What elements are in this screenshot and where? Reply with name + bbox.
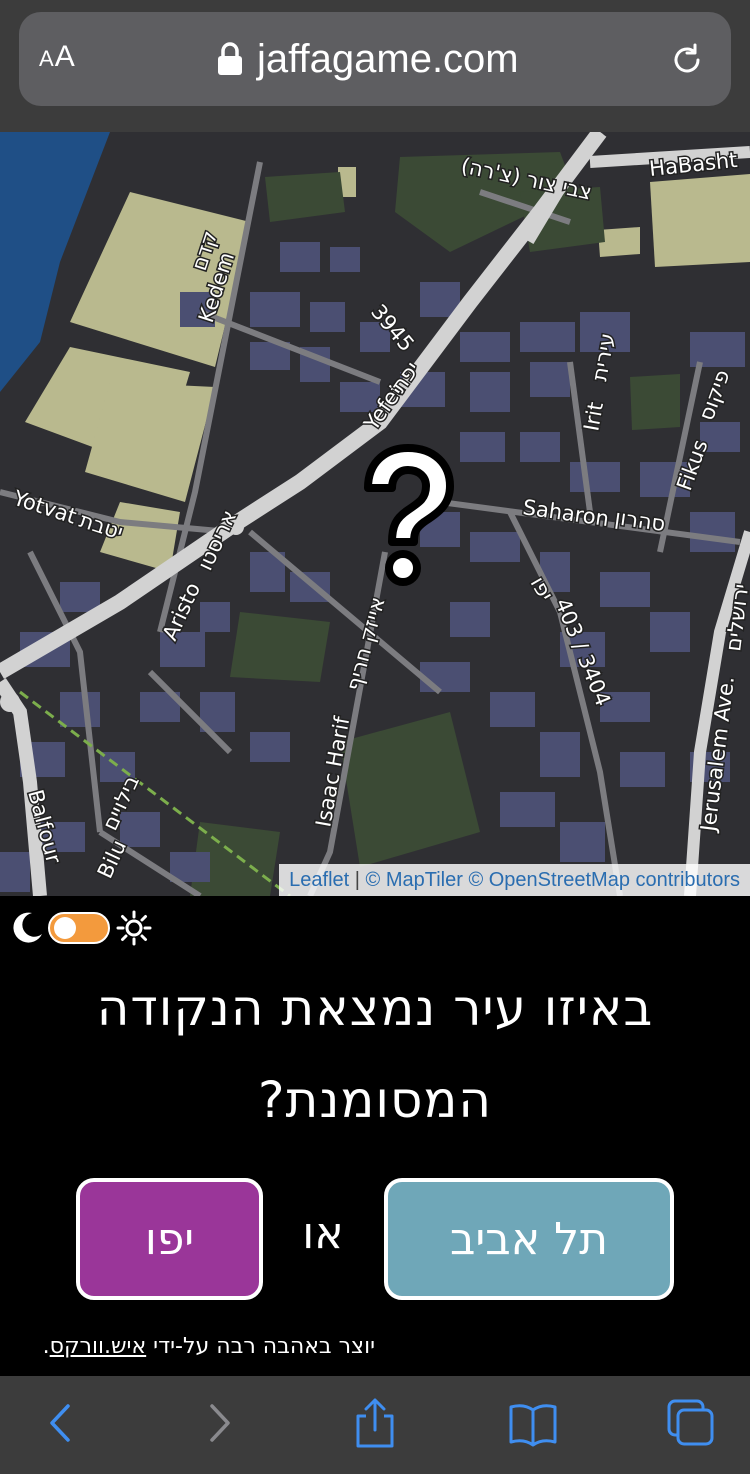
label-irit-en: Irit [579,400,608,433]
answer-jaffa-button[interactable]: יפו [76,1178,263,1300]
text-size-small-label: A [39,46,55,71]
osm-link[interactable]: © OpenStreetMap contributors [468,869,740,891]
credit-line: יוצר באהבה רבה על-ידי איש.וורקס. [0,1334,375,1359]
address-bar[interactable]: AA jaffagame.com [19,12,731,106]
question-line-2: המסומנת? [257,1071,493,1129]
browser-bottom-toolbar [0,1376,750,1474]
sun-icon [116,910,152,946]
reload-icon[interactable] [669,42,705,78]
share-icon[interactable] [350,1398,400,1448]
back-icon[interactable] [36,1398,86,1448]
leaflet-link[interactable]: Leaflet [289,869,349,891]
domain-text: jaffagame.com [257,37,519,81]
or-label: או [302,1208,344,1259]
lock-icon [218,42,242,75]
theme-switch-knob [54,917,76,939]
tabs-icon[interactable] [666,1398,716,1448]
credit-link[interactable]: איש.וורקס [50,1334,147,1359]
map-view[interactable]: צבי צור (צ'רה) HaBasht קדם Kedem 3945 Ye… [0,132,750,896]
theme-switch[interactable] [48,912,110,944]
browser-top-bar: AA jaffagame.com [0,0,750,132]
question-title: באיזו עיר נמצאת הנקודה המסומנת? [20,962,730,1146]
answer-tel-aviv-button[interactable]: תל אביב [384,1178,674,1300]
credit-suffix: . [42,1334,50,1359]
theme-toggle[interactable] [10,910,160,946]
text-size-button[interactable]: AA [39,40,76,74]
attribution-separator: | [354,869,360,891]
map-attribution: Leaflet | © MapTiler © OpenStreetMap con… [279,864,750,896]
moon-icon [13,912,42,943]
question-mark-icon [364,444,454,586]
maptiler-link[interactable]: © MapTiler [366,869,463,891]
bookmarks-icon[interactable] [508,1398,558,1448]
text-size-large-label: A [54,40,76,73]
forward-icon[interactable] [194,1398,244,1448]
question-line-1: באיזו עיר נמצאת הנקודה [96,979,654,1037]
roundabout [0,692,20,712]
quiz-panel: באיזו עיר נמצאת הנקודה המסומנת? תל אביב … [0,896,750,1376]
credit-prefix: יוצר באהבה רבה על-ידי [146,1334,375,1359]
